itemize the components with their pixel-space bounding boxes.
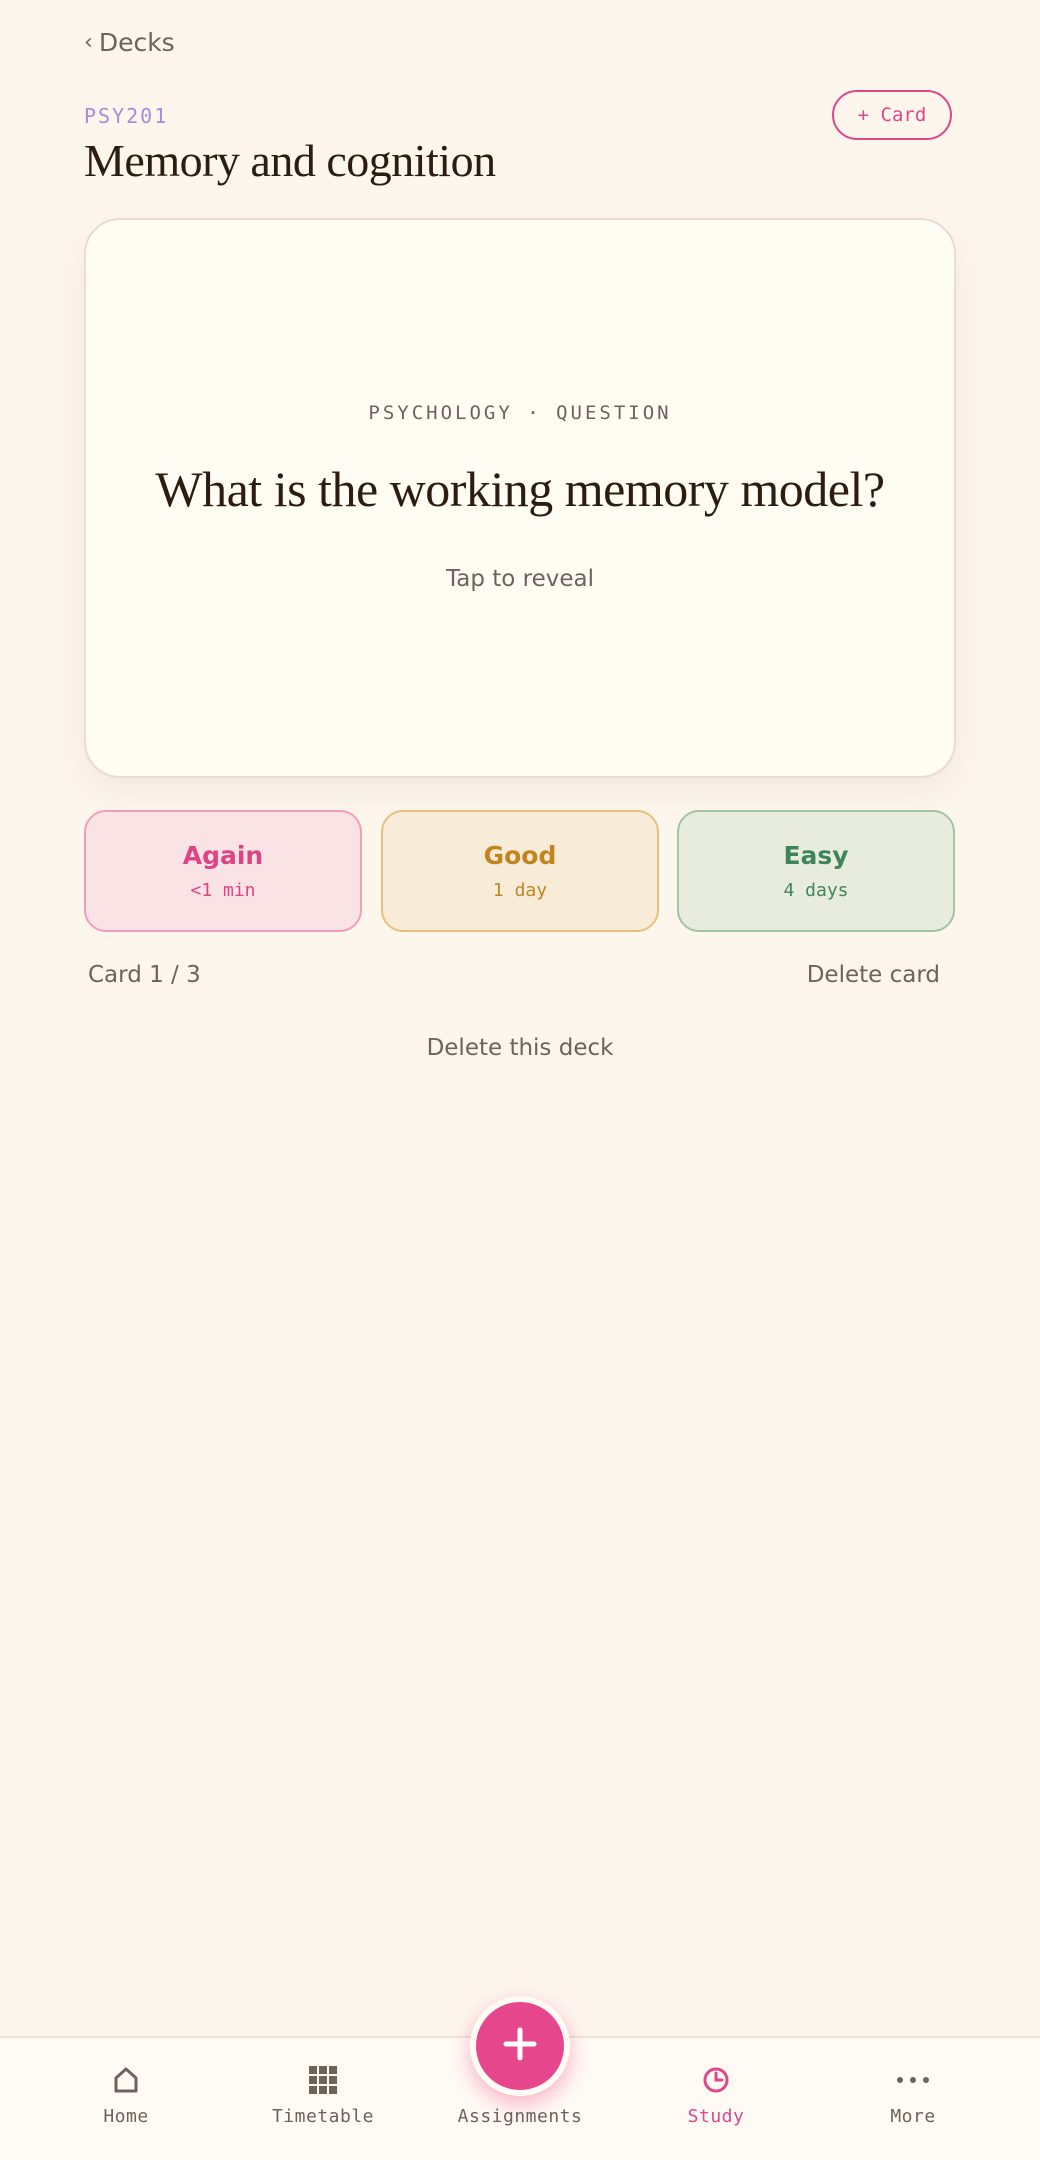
good-interval: 1 day	[492, 880, 548, 901]
easy-interval: 4 days	[783, 880, 849, 901]
more-dots-icon	[896, 2062, 930, 2098]
deck-title: Memory and cognition	[84, 135, 496, 186]
clock-icon	[702, 2062, 730, 2098]
flashcard[interactable]: PSYCHOLOGY · QUESTION What is the workin…	[84, 218, 956, 778]
easy-label: Easy	[783, 841, 849, 870]
good-button[interactable]: Good 1 day	[381, 810, 659, 932]
nav-label-home: Home	[103, 2106, 149, 2127]
back-to-decks-link[interactable]: ‹ Decks	[84, 28, 175, 57]
plus-icon	[502, 2026, 538, 2066]
easy-button[interactable]: Easy 4 days	[677, 810, 955, 932]
card-question: What is the working memory model?	[155, 461, 885, 517]
tap-to-reveal-hint: Tap to reveal	[446, 566, 594, 592]
nav-item-study[interactable]: Study	[631, 2038, 801, 2160]
again-button[interactable]: Again <1 min	[84, 810, 362, 932]
nav-label-more: More	[890, 2106, 936, 2127]
nav-item-home[interactable]: Home	[41, 2038, 211, 2160]
again-interval: <1 min	[190, 880, 256, 901]
grid-icon	[308, 2062, 338, 2098]
again-label: Again	[182, 841, 264, 870]
nav-label-study: Study	[687, 2106, 745, 2127]
chevron-left-icon: ‹	[84, 30, 93, 55]
add-fab-button[interactable]	[470, 1996, 570, 2096]
delete-deck-button[interactable]: Delete this deck	[0, 1035, 1040, 1061]
nav-item-more[interactable]: More	[828, 2038, 998, 2160]
back-label: Decks	[98, 28, 175, 57]
add-card-button[interactable]: + Card	[832, 90, 952, 140]
nav-item-timetable[interactable]: Timetable	[238, 2038, 408, 2160]
home-icon	[113, 2062, 139, 2098]
course-code: PSY201	[84, 104, 169, 128]
nav-label-timetable: Timetable	[271, 2106, 375, 2127]
good-label: Good	[483, 841, 557, 870]
nav-label-assignments: Assignments	[457, 2106, 583, 2127]
delete-card-button[interactable]: Delete card	[807, 962, 940, 988]
card-counter: Card 1 / 3	[88, 962, 201, 988]
card-category: PSYCHOLOGY · QUESTION	[368, 402, 672, 424]
